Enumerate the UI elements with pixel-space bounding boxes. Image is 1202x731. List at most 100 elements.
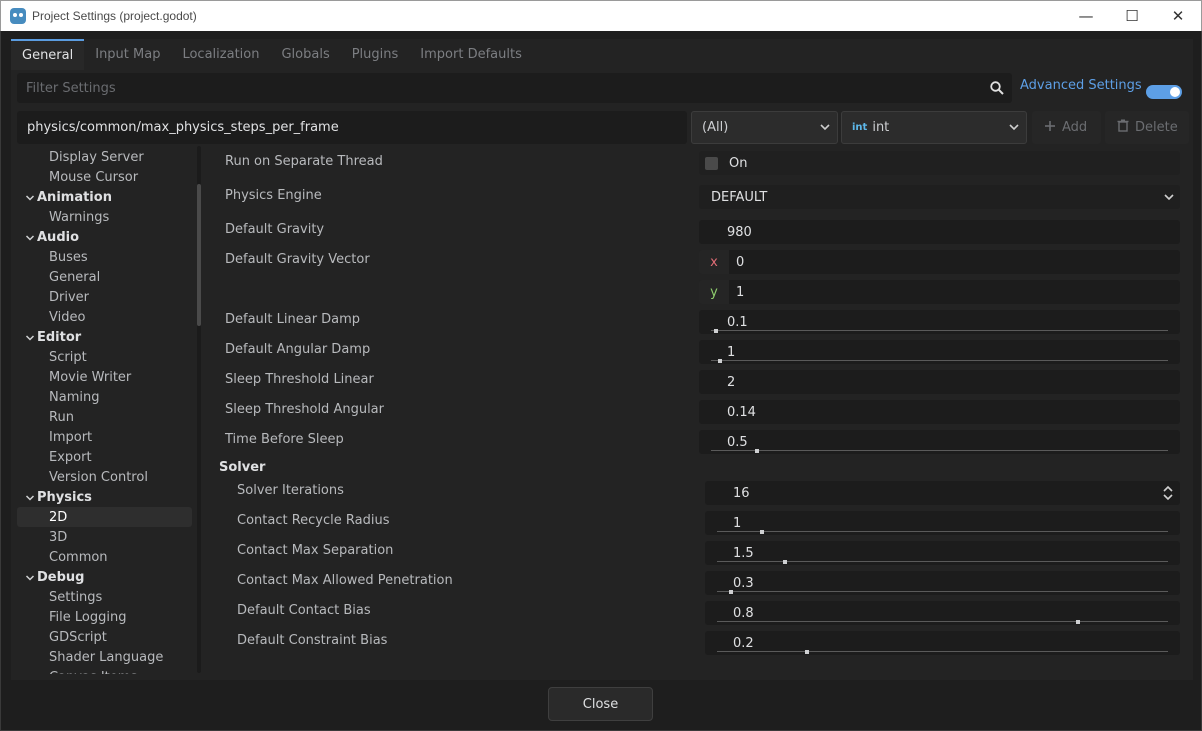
slider-grabber[interactable] (805, 650, 810, 654)
tree-item-label: Common (49, 549, 108, 565)
tree-item[interactable]: General (17, 267, 192, 287)
prop-label-contact-max-separation: Contact Max Separation (237, 543, 394, 558)
default-angular-damp-slider[interactable]: 1 (699, 340, 1180, 364)
close-window-button[interactable]: ✕ (1155, 1, 1201, 31)
feature-filter-dropdown[interactable]: (All) (691, 111, 838, 144)
slider-track (717, 591, 1168, 592)
slider-grabber[interactable] (718, 359, 723, 363)
tree-item[interactable]: Buses (17, 247, 192, 267)
checkbox-icon (705, 156, 718, 170)
minimize-button[interactable]: — (1063, 1, 1109, 31)
filter-settings-input[interactable] (17, 73, 982, 103)
tree-item[interactable]: Display Server (17, 147, 192, 167)
default-contact-bias-value: 0.8 (733, 605, 754, 621)
maximize-button[interactable]: ☐ (1109, 1, 1155, 31)
tree-item[interactable]: Canvas Items (17, 667, 192, 675)
run-on-separate-thread-checkbox[interactable]: On (699, 151, 1180, 175)
tree-item[interactable]: Run (17, 407, 192, 427)
tree-item-label: Import (49, 429, 93, 445)
tree-category[interactable]: Debug (17, 567, 192, 587)
tree-item[interactable]: Driver (17, 287, 192, 307)
contact-max-separation-value: 1.5 (733, 545, 754, 561)
tree-item[interactable]: Naming (17, 387, 192, 407)
tree-item-label: Display Server (49, 149, 144, 165)
chevron-down-icon[interactable] (25, 192, 35, 207)
chevron-down-icon (1163, 191, 1175, 207)
slider-grabber[interactable] (754, 449, 759, 453)
tree-category[interactable]: Physics (17, 487, 192, 507)
tree-item[interactable]: Version Control (17, 467, 192, 487)
tree-category[interactable]: Editor (17, 327, 192, 347)
tree-item[interactable]: Video (17, 307, 192, 327)
tree-item[interactable]: Settings (17, 587, 192, 607)
default-contact-bias-slider[interactable]: 0.8 (705, 601, 1180, 625)
tree-item[interactable]: Shader Language (17, 647, 192, 667)
chevron-down-icon[interactable] (25, 332, 35, 347)
sleep-threshold-linear-input[interactable]: 2 (699, 370, 1180, 394)
chevron-down-icon[interactable] (25, 232, 35, 247)
contact-max-allowed-penetration-value: 0.3 (733, 575, 754, 591)
property-path-input[interactable]: physics/common/max_physics_steps_per_fra… (17, 111, 687, 144)
tree-item[interactable]: Movie Writer (17, 367, 192, 387)
tab-plugins[interactable]: Plugins (341, 39, 410, 70)
delete-property-button[interactable]: Delete (1105, 111, 1189, 144)
section-solver[interactable]: Solver (219, 460, 265, 475)
slider-track (711, 330, 1168, 331)
tab-general[interactable]: General (11, 39, 85, 70)
tree-item[interactable]: Script (17, 347, 192, 367)
tree-item[interactable]: Common (17, 547, 192, 567)
tab-input-map[interactable]: Input Map (84, 39, 171, 70)
tree-item[interactable]: File Logging (17, 607, 192, 627)
advanced-settings-label[interactable]: Advanced Settings (1020, 78, 1142, 93)
slider-grabber[interactable] (713, 329, 718, 333)
slider-grabber[interactable] (1075, 620, 1080, 624)
tab-localization[interactable]: Localization (171, 39, 270, 70)
contact-recycle-radius-value: 1 (733, 515, 742, 531)
tree-category[interactable]: Animation (17, 187, 192, 207)
default-gravity-input[interactable]: 980 (699, 220, 1180, 244)
tree-scrollbar[interactable] (197, 146, 201, 673)
solver-iterations-spinbox[interactable]: 16 (705, 481, 1180, 505)
chevron-down-icon[interactable] (25, 492, 35, 507)
contact-recycle-radius-slider[interactable]: 1 (705, 511, 1180, 535)
time-before-sleep-slider[interactable]: 0.5 (699, 430, 1180, 454)
slider-grabber[interactable] (728, 590, 733, 594)
gravity-vector-y-input[interactable]: y 1 (699, 280, 1180, 304)
prop-label-default-contact-bias: Default Contact Bias (237, 603, 371, 618)
property-type-dropdown[interactable]: int int (841, 111, 1027, 144)
close-button[interactable]: Close (548, 687, 653, 721)
tree-item[interactable]: Import (17, 427, 192, 447)
default-linear-damp-slider[interactable]: 0.1 (699, 310, 1180, 334)
slider-grabber[interactable] (760, 530, 765, 534)
physics-engine-dropdown[interactable]: DEFAULT (699, 185, 1180, 209)
default-constraint-bias-slider[interactable]: 0.2 (705, 631, 1180, 655)
prop-label-run-on-separate-thread: Run on Separate Thread (225, 154, 383, 169)
tree-item[interactable]: GDScript (17, 627, 192, 647)
tree-item[interactable]: Mouse Cursor (17, 167, 192, 187)
window-titlebar[interactable]: Project Settings (project.godot) — ☐ ✕ (0, 0, 1202, 31)
advanced-settings-toggle[interactable] (1146, 85, 1182, 99)
spinner-arrows-icon[interactable] (1162, 485, 1174, 505)
sleep-threshold-angular-input[interactable]: 0.14 (699, 400, 1180, 424)
filter-settings-bar (17, 73, 1012, 103)
tree-item-label: Export (49, 449, 92, 465)
tab-import-defaults[interactable]: Import Defaults (409, 39, 533, 70)
tree-item[interactable]: 3D (17, 527, 192, 547)
prop-label-sleep-threshold-linear: Sleep Threshold Linear (225, 372, 374, 387)
tree-item-label: Movie Writer (49, 369, 132, 385)
contact-max-separation-slider[interactable]: 1.5 (705, 541, 1180, 565)
tree-item[interactable]: 2D (17, 507, 192, 527)
tree-item[interactable]: Warnings (17, 207, 192, 227)
search-icon[interactable] (982, 73, 1012, 103)
add-property-button[interactable]: Add (1032, 111, 1101, 144)
tree-scrollbar-thumb[interactable] (197, 184, 201, 326)
tree-item-label: Mouse Cursor (49, 169, 139, 185)
tree-category[interactable]: Audio (17, 227, 192, 247)
tab-globals[interactable]: Globals (270, 39, 340, 70)
chevron-down-icon[interactable] (25, 572, 35, 587)
tree-item[interactable]: Export (17, 447, 192, 467)
slider-grabber[interactable] (782, 560, 787, 564)
contact-max-allowed-penetration-slider[interactable]: 0.3 (705, 571, 1180, 595)
tree-item-label: Video (49, 309, 86, 325)
gravity-vector-x-input[interactable]: x 0 (699, 250, 1180, 274)
